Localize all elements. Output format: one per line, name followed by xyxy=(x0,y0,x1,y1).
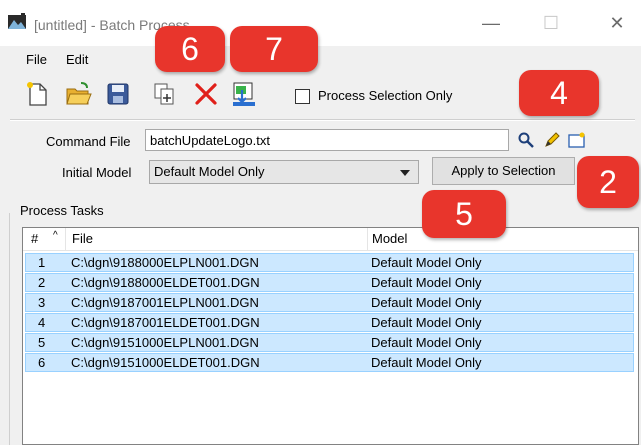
edit-pencil-icon[interactable] xyxy=(543,131,561,149)
save-button[interactable] xyxy=(104,80,132,108)
row-model: Default Model Only xyxy=(371,275,482,290)
open-folder-icon xyxy=(66,82,92,105)
callout-badge-5: 5 xyxy=(422,190,506,238)
column-header-file[interactable]: File xyxy=(72,231,93,246)
menu-edit[interactable]: Edit xyxy=(66,52,88,67)
maximize-button[interactable]: ☐ xyxy=(536,10,566,36)
process-icon xyxy=(233,82,255,106)
table-row[interactable]: 6 C:\dgn\9151000ELDET001.DGN Default Mod… xyxy=(25,353,634,372)
new-command-file-icon[interactable] xyxy=(568,131,586,149)
menu-bar: File Edit xyxy=(0,46,641,70)
initial-model-dropdown[interactable]: Default Model Only xyxy=(149,160,419,184)
table-row[interactable]: 3 C:\dgn\9187001ELPLN001.DGN Default Mod… xyxy=(25,293,634,312)
row-file: C:\dgn\9188000ELDET001.DGN xyxy=(71,275,260,290)
remove-button[interactable] xyxy=(192,80,220,108)
process-selection-only-label: Process Selection Only xyxy=(318,88,453,103)
process-selection-only-checkbox[interactable] xyxy=(295,89,310,104)
row-file: C:\dgn\9187001ELPLN001.DGN xyxy=(71,295,259,310)
callout-badge-7: 7 xyxy=(230,26,318,72)
search-icon[interactable] xyxy=(517,131,535,149)
process-button[interactable] xyxy=(230,80,258,108)
callout-badge-2: 2 xyxy=(577,156,639,208)
initial-model-value: Default Model Only xyxy=(154,164,265,179)
column-header-model[interactable]: Model xyxy=(372,231,407,246)
menu-file[interactable]: File xyxy=(26,52,47,67)
close-button[interactable]: ✕ xyxy=(602,10,632,36)
process-tasks-label: Process Tasks xyxy=(20,203,104,218)
row-file: C:\dgn\9188000ELPLN001.DGN xyxy=(71,255,259,270)
process-tasks-table[interactable]: # ^ File Model 1 C:\dgn\9188000ELPLN001.… xyxy=(22,227,639,445)
open-button[interactable] xyxy=(64,80,92,108)
table-row[interactable]: 5 C:\dgn\9151000ELPLN001.DGN Default Mod… xyxy=(25,333,634,352)
row-file: C:\dgn\9187001ELDET001.DGN xyxy=(71,315,260,330)
row-model: Default Model Only xyxy=(371,295,482,310)
title-bar: [untitled] - Batch Process — ☐ ✕ xyxy=(0,0,641,46)
column-divider xyxy=(65,228,66,250)
row-file: C:\dgn\9151000ELPLN001.DGN xyxy=(71,335,259,350)
row-model: Default Model Only xyxy=(371,315,482,330)
row-model: Default Model Only xyxy=(371,255,482,270)
table-row[interactable]: 4 C:\dgn\9187001ELDET001.DGN Default Mod… xyxy=(25,313,634,332)
minimize-button[interactable]: — xyxy=(476,10,506,36)
column-header-number[interactable]: # xyxy=(31,231,38,246)
table-header: # ^ File Model xyxy=(23,228,638,251)
row-model: Default Model Only xyxy=(371,335,482,350)
apply-to-selection-button[interactable]: Apply to Selection xyxy=(432,157,575,185)
command-file-field[interactable]: batchUpdateLogo.txt xyxy=(145,129,509,151)
row-model: Default Model Only xyxy=(371,355,482,370)
row-number: 2 xyxy=(38,275,46,290)
new-button[interactable] xyxy=(24,80,52,108)
app-icon xyxy=(8,13,26,29)
callout-badge-4: 4 xyxy=(519,70,599,116)
row-file: C:\dgn\9151000ELDET001.DGN xyxy=(71,355,260,370)
table-row[interactable]: 2 C:\dgn\9188000ELDET001.DGN Default Mod… xyxy=(25,273,634,292)
sort-ascending-icon: ^ xyxy=(53,230,58,241)
add-files-button[interactable] xyxy=(152,80,180,108)
toolbar-divider xyxy=(10,119,635,121)
add-files-icon xyxy=(154,83,174,105)
row-number: 1 xyxy=(38,255,46,270)
command-file-label: Command File xyxy=(46,134,131,149)
new-file-icon xyxy=(27,82,47,106)
row-number: 4 xyxy=(38,315,46,330)
group-frame xyxy=(9,213,10,445)
row-number: 6 xyxy=(38,355,46,370)
save-icon xyxy=(107,83,129,105)
initial-model-label: Initial Model xyxy=(62,165,132,180)
chevron-down-icon xyxy=(400,170,410,176)
row-number: 5 xyxy=(38,335,46,350)
callout-badge-6: 6 xyxy=(155,26,225,72)
column-divider xyxy=(367,228,368,250)
remove-icon xyxy=(195,83,217,105)
table-row[interactable]: 1 C:\dgn\9188000ELPLN001.DGN Default Mod… xyxy=(25,253,634,272)
row-number: 3 xyxy=(38,295,46,310)
